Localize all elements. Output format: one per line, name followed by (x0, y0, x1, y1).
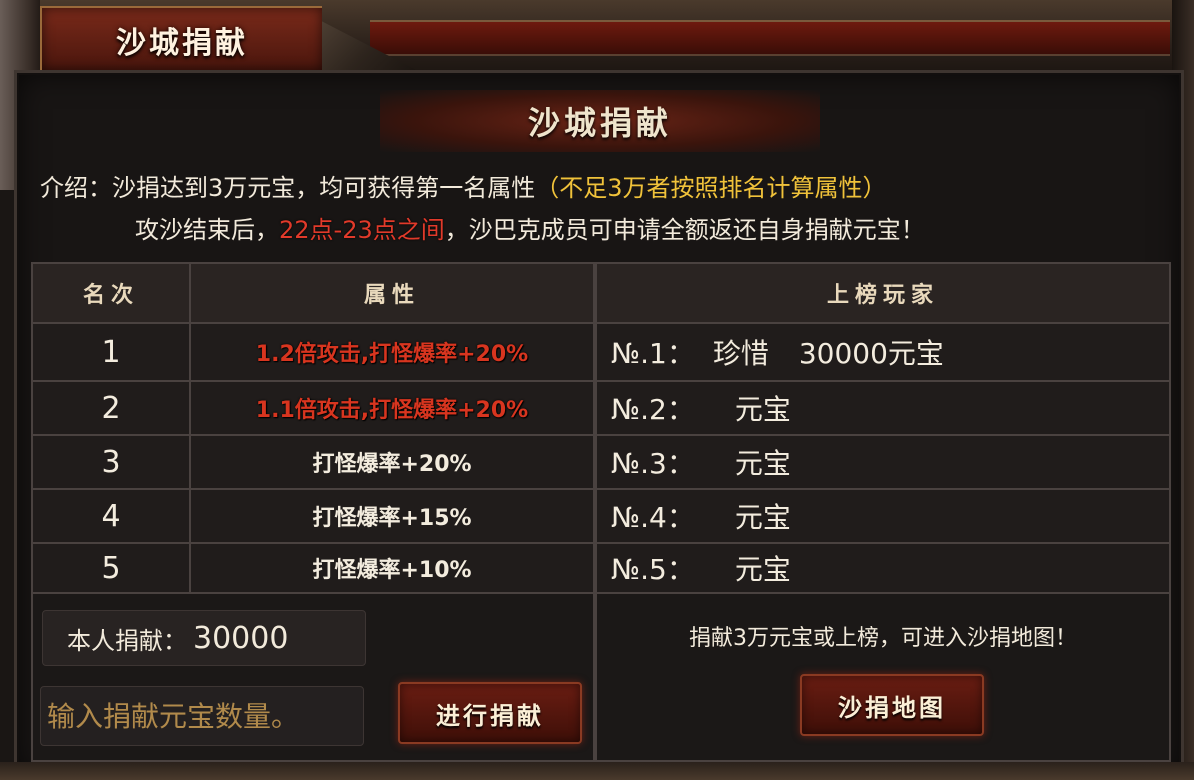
my-donation-label: 本人捐献： (67, 626, 187, 655)
intro-text-2b: ，沙巴克成员可申请全额返还自身捐献元宝！ (444, 216, 925, 244)
bottom-frame (0, 762, 1194, 780)
my-donation-display: 本人捐献： 30000 (42, 610, 366, 666)
rank-cell: 5 (31, 542, 191, 594)
player-amount: 30000元宝 (798, 337, 944, 370)
player-amount: 元宝 (734, 501, 791, 534)
player-amount: 元宝 (734, 553, 791, 586)
header-attribute: 属性 (189, 262, 595, 324)
attribute-cell: 1.2倍攻击,打怪爆率+20% (189, 322, 595, 382)
player-number: №.3： (611, 447, 695, 480)
page-title: 沙城捐献 (527, 104, 672, 142)
my-donation-value: 30000 (193, 620, 289, 656)
header-rank: 名次 (31, 262, 191, 324)
donation-amount-input[interactable] (40, 686, 364, 746)
player-amount: 元宝 (734, 393, 791, 426)
intro-line-2: 攻沙结束后，22点-23点之间，沙巴克成员可申请全额返还自身捐献元宝！ (135, 210, 925, 245)
window-title-bar (370, 20, 1170, 56)
rank-cell: 1 (31, 322, 191, 382)
rank-cell: 2 (31, 380, 191, 436)
player-number: №.5： (611, 553, 695, 586)
donate-button[interactable]: 进行捐献 (398, 682, 582, 744)
title-tab[interactable]: 沙城捐献 (40, 6, 322, 72)
player-number: №.2： (611, 393, 695, 426)
player-amount: 元宝 (734, 447, 791, 480)
player-cell: №.3： 元宝 (595, 434, 1171, 490)
header-players: 上榜玩家 (595, 262, 1171, 324)
intro-highlight: （不足3万者按照排名计算属性） (535, 174, 887, 202)
player-cell: №.4： 元宝 (595, 488, 1171, 544)
attribute-cell: 打怪爆率+20% (189, 434, 595, 490)
refund-time: 22点-23点之间 (279, 216, 445, 244)
player-name: 珍惜 (712, 337, 769, 370)
intro-text-2a: 攻沙结束后， (135, 216, 279, 244)
player-number: №.4： (611, 501, 695, 534)
intro-line-1: 介绍：沙捐达到3万元宝，均可获得第一名属性（不足3万者按照排名计算属性） (40, 168, 887, 203)
player-cell: №.2： 元宝 (595, 380, 1171, 436)
attribute-cell: 打怪爆率+10% (189, 542, 595, 594)
rank-cell: 4 (31, 488, 191, 544)
rank-cell: 3 (31, 434, 191, 490)
attribute-cell: 1.1倍攻击,打怪爆率+20% (189, 380, 595, 436)
player-cell: №.5： 元宝 (595, 542, 1171, 594)
player-cell: №.1： 珍惜 30000元宝 (595, 322, 1171, 382)
intro-text: 介绍：沙捐达到3万元宝，均可获得第一名属性 (40, 174, 536, 202)
title-tab-label: 沙城捐献 (116, 26, 248, 61)
sand-map-button[interactable]: 沙捐地图 (800, 674, 984, 736)
attribute-cell: 打怪爆率+15% (189, 488, 595, 544)
player-number: №.1： (611, 337, 695, 370)
map-access-hint: 捐献3万元宝或上榜，可进入沙捐地图！ (689, 626, 1077, 651)
